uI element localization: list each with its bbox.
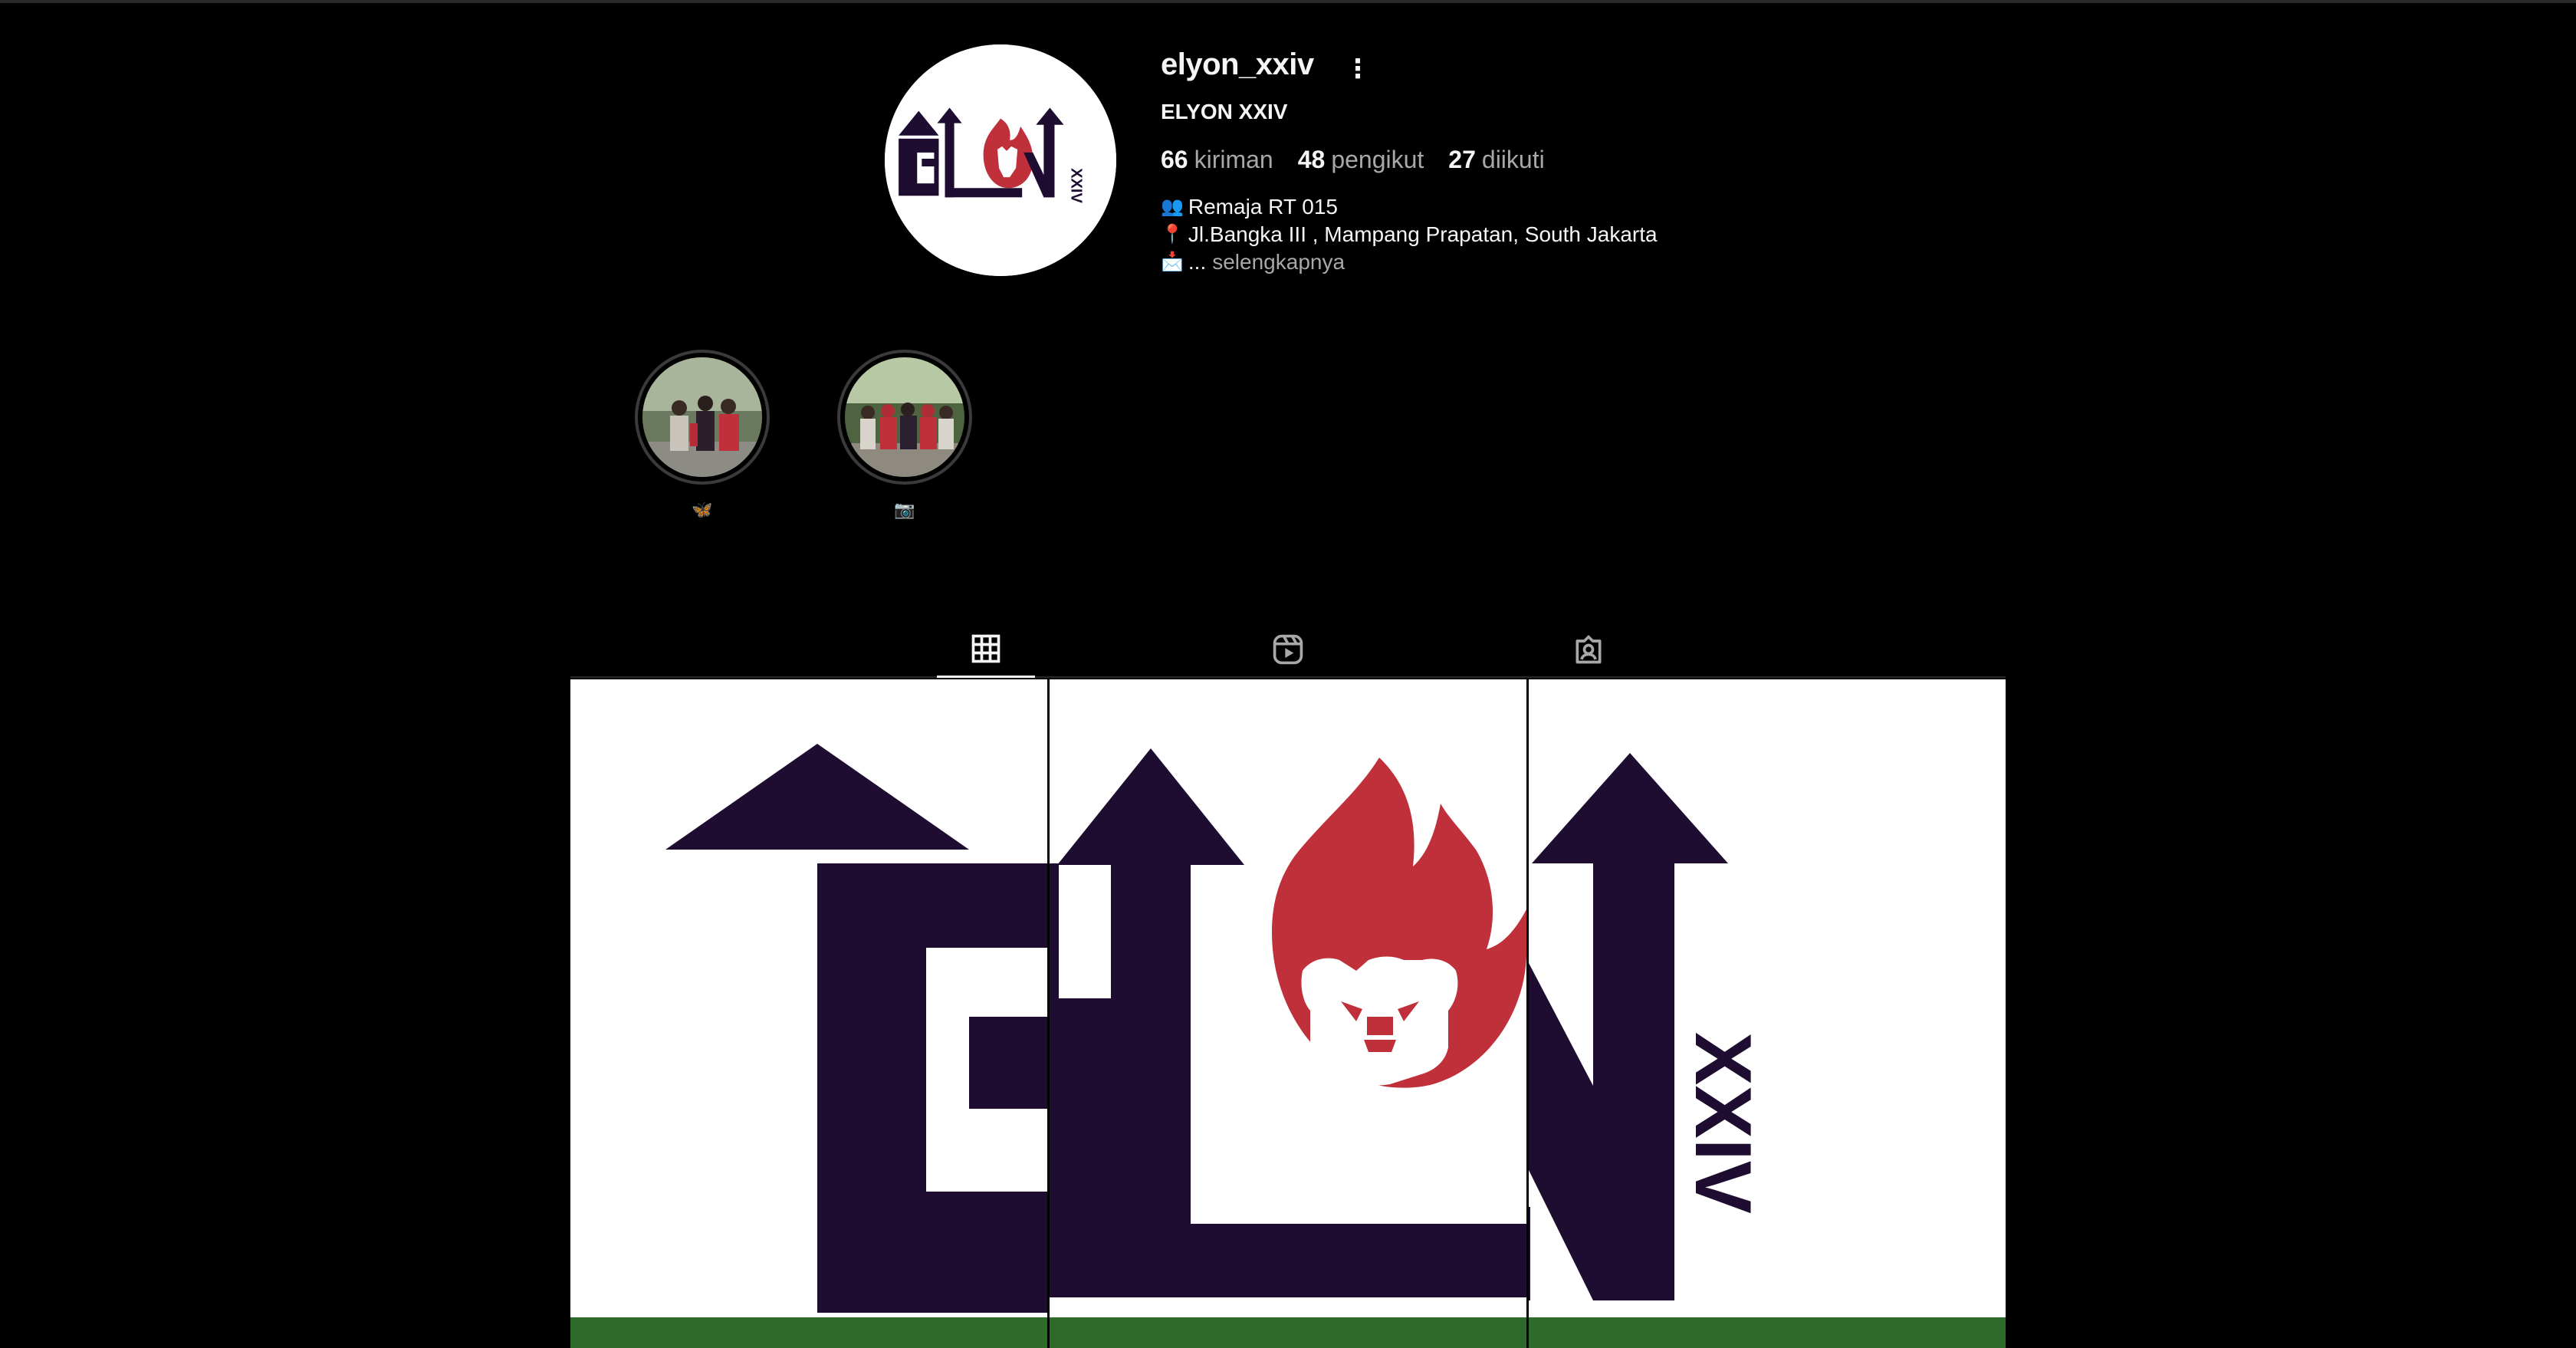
bio-truncated-text: ... (1188, 250, 1207, 274)
followers-count-label: pengikut (1331, 146, 1424, 173)
story-highlight[interactable]: 🦋 (633, 350, 771, 523)
posts-grid: XXIV (570, 679, 2006, 1348)
tab-posts[interactable] (937, 621, 1035, 678)
posts-count-label: kiriman (1194, 146, 1273, 173)
bio-location-text: Jl.Bangka III , Mampang Prapatan, South … (1188, 222, 1658, 246)
following-count-number: 27 (1448, 146, 1476, 173)
location-pin-icon: 📍 (1161, 224, 1184, 245)
post-thumbnail-next-row[interactable] (570, 1317, 1047, 1348)
posts-count-number: 66 (1161, 146, 1188, 173)
more-options-icon[interactable]: ⋮ (1345, 54, 1371, 84)
elyon-logo: XXIV (885, 44, 1116, 276)
post-thumbnail-next-row[interactable] (1050, 1317, 1526, 1348)
highlight-ring (635, 350, 770, 485)
highlight-title-icon: 🦋 (692, 500, 713, 519)
following-count-label: diikuti (1481, 146, 1545, 173)
posts-count: 66 kiriman (1161, 146, 1273, 174)
reels-icon (1273, 634, 1303, 665)
story-highlight[interactable]: 📷 (836, 350, 974, 523)
browser-top-border (0, 0, 2576, 3)
post-thumbnail-next-row[interactable] (1529, 1317, 2006, 1348)
post-thumbnail[interactable] (1050, 679, 1526, 1317)
profile-full-name: ELYON XXIV (1161, 100, 1288, 123)
tab-reels[interactable] (1239, 621, 1337, 678)
highlight-ring (837, 350, 972, 485)
highlight-cover-image (642, 357, 762, 477)
post-image-logo-left (570, 679, 1047, 1317)
tagged-icon (1576, 635, 1602, 664)
svg-text:XXIV: XXIV (1068, 168, 1085, 203)
bio-line-contact: 📩 ... selengkapnya (1161, 248, 1658, 276)
bio-group-text: Remaja RT 015 (1188, 195, 1338, 219)
people-icon: 👥 (1161, 196, 1184, 217)
post-thumbnail[interactable] (570, 679, 1047, 1317)
bio-line-group: 👥 Remaja RT 015 (1161, 193, 1658, 221)
envelope-icon: 📩 (1161, 252, 1184, 272)
post-image-logo-middle (1050, 679, 1526, 1317)
following-link[interactable]: 27 diikuti (1448, 146, 1544, 174)
bio-more-link[interactable]: selengkapnya (1212, 248, 1345, 276)
profile-bio: 👥 Remaja RT 015 📍 Jl.Bangka III , Mampan… (1161, 193, 1658, 276)
grid-icon (971, 634, 1001, 662)
followers-count-number: 48 (1297, 146, 1326, 173)
profile-username[interactable]: elyon_xxiv (1161, 48, 1314, 82)
tab-tagged[interactable] (1539, 621, 1638, 678)
highlight-title-icon: 📷 (894, 500, 915, 519)
followers-link[interactable]: 48 pengikut (1298, 146, 1424, 174)
profile-stats: 66 kiriman 48 pengikut 27 diikuti (1161, 146, 1545, 174)
bio-line-location: 📍 Jl.Bangka III , Mampang Prapatan, Sout… (1161, 221, 1658, 248)
post-image-logo-right: XXIV (1529, 679, 2006, 1317)
profile-avatar[interactable]: XXIV (885, 44, 1116, 276)
svg-text:XXIV: XXIV (1678, 1032, 1767, 1214)
post-thumbnail[interactable]: XXIV (1529, 679, 2006, 1317)
highlight-cover-image (845, 357, 964, 477)
